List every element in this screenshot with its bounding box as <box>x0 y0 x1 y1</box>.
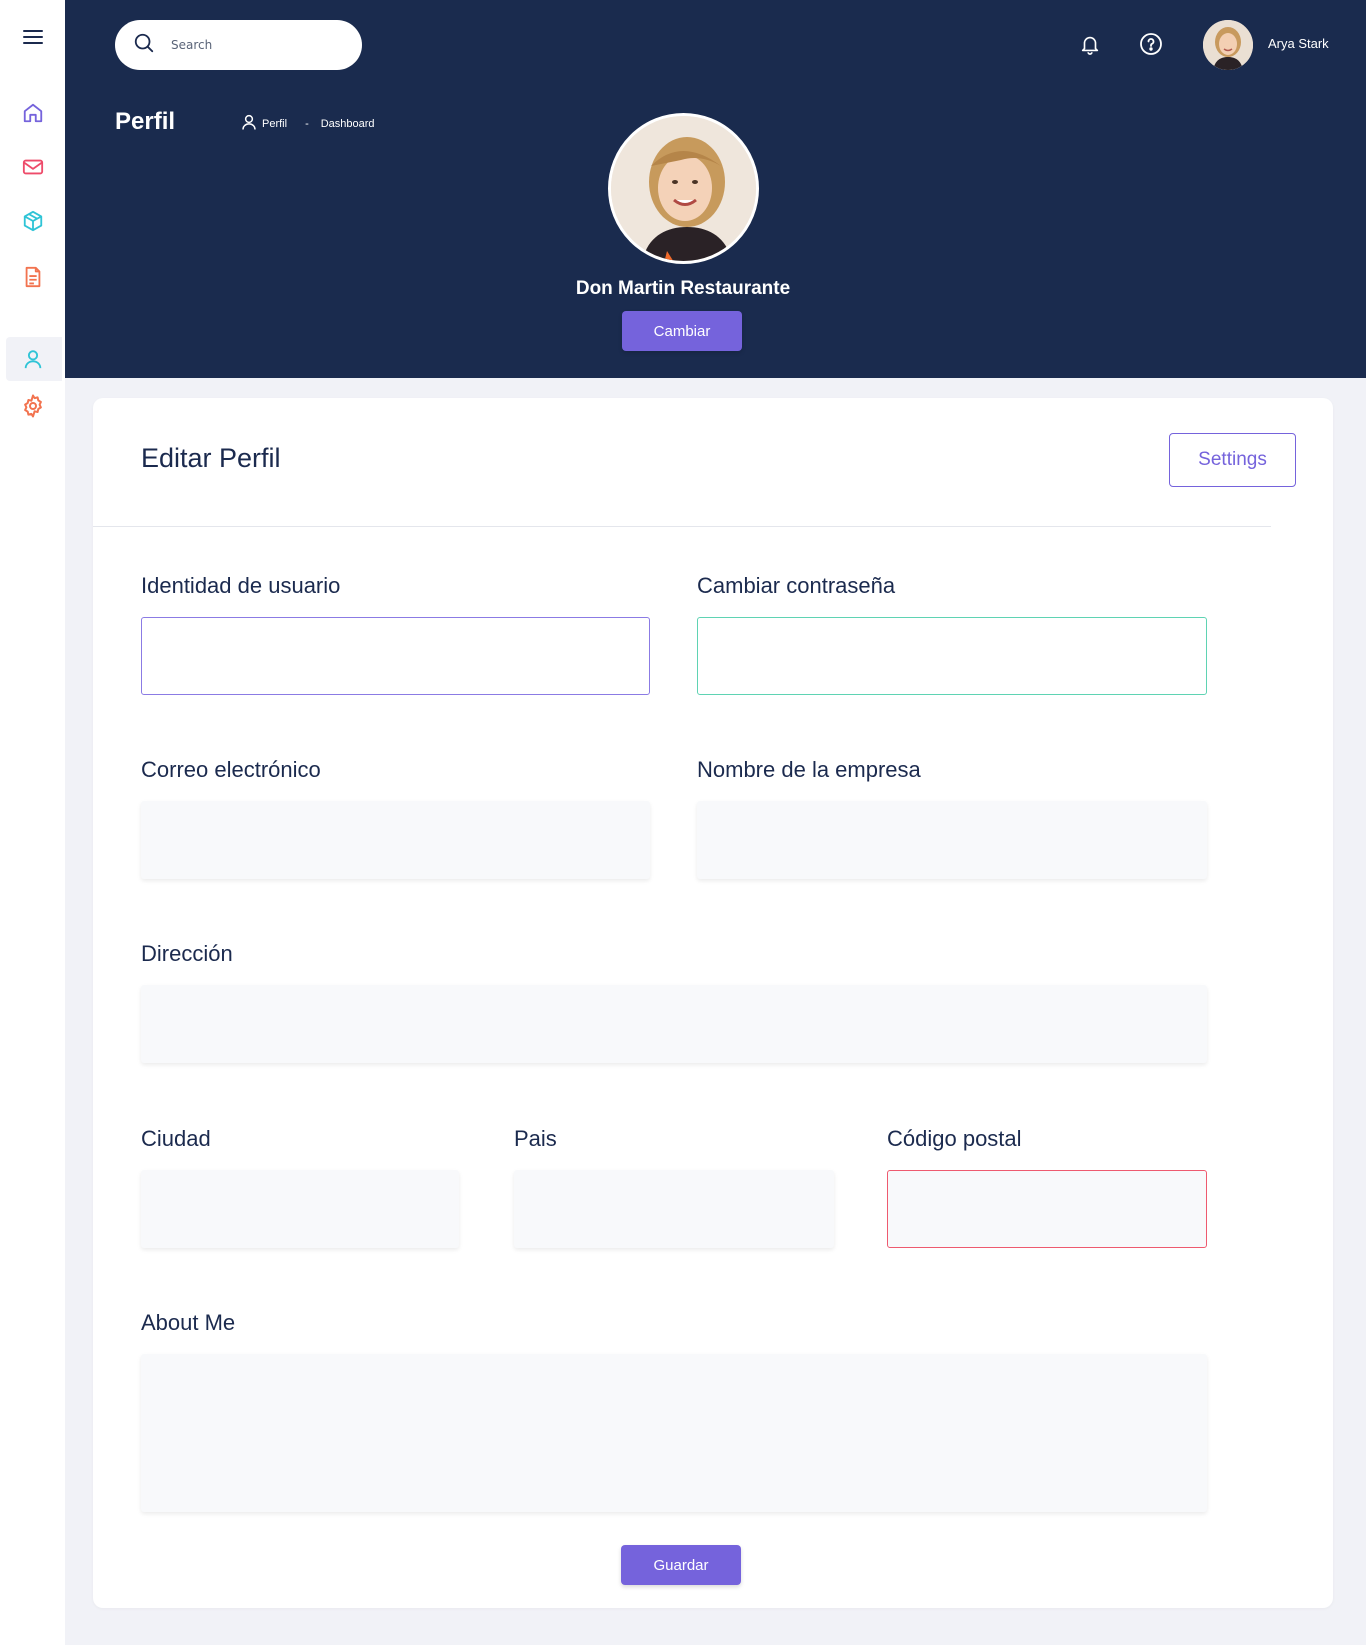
user-avatar[interactable] <box>1203 20 1253 70</box>
address-input[interactable] <box>141 985 1207 1063</box>
help-icon[interactable] <box>1133 26 1169 62</box>
search-icon <box>133 32 155 58</box>
postal-code-input[interactable] <box>887 1170 1207 1248</box>
breadcrumb-dashboard-link[interactable]: Dashboard <box>321 118 375 130</box>
country-input[interactable] <box>514 1170 834 1248</box>
settings-button[interactable]: Settings <box>1169 433 1296 487</box>
email-label: Correo electrónico <box>141 757 321 782</box>
profile-name: Don Martin Restaurante <box>575 278 791 299</box>
company-label: Nombre de la empresa <box>697 757 921 782</box>
divider <box>93 526 1271 527</box>
postal-code-label: Código postal <box>887 1126 1022 1151</box>
gear-icon[interactable] <box>16 389 50 423</box>
about-me-textarea[interactable] <box>141 1354 1207 1512</box>
username-label: Identidad de usuario <box>141 573 341 598</box>
user-icon[interactable] <box>16 342 50 376</box>
username-input[interactable] <box>141 617 650 695</box>
password-input[interactable] <box>697 617 1207 695</box>
change-photo-button[interactable]: Cambiar <box>622 311 742 351</box>
person-icon <box>240 112 258 135</box>
mail-icon[interactable] <box>16 150 50 184</box>
email-input[interactable] <box>141 801 650 879</box>
page-title: Perfil <box>115 108 176 135</box>
search-input[interactable] <box>171 38 341 52</box>
city-input[interactable] <box>141 1170 459 1248</box>
menu-icon[interactable] <box>16 20 50 54</box>
sidebar <box>0 0 65 1645</box>
card-title: Editar Perfil <box>141 443 281 473</box>
save-button[interactable]: Guardar <box>621 1545 741 1585</box>
country-label: Pais <box>514 1126 557 1151</box>
city-label: Ciudad <box>141 1126 211 1151</box>
edit-profile-card: Editar Perfil Settings Identidad de usua… <box>93 398 1333 1608</box>
password-label: Cambiar contraseña <box>697 573 896 598</box>
box-icon[interactable] <box>16 204 50 238</box>
breadcrumb-current[interactable]: Perfil <box>262 118 287 130</box>
company-input[interactable] <box>697 801 1207 879</box>
notification-bell-icon[interactable] <box>1072 26 1108 62</box>
search-box[interactable] <box>115 20 362 70</box>
username-label[interactable]: Arya Stark <box>1268 36 1329 51</box>
address-label: Dirección <box>141 941 233 966</box>
document-icon[interactable] <box>16 260 50 294</box>
home-icon[interactable] <box>16 96 50 130</box>
header: Arya Stark Perfil Perfil - Dashboard Don… <box>65 0 1366 378</box>
breadcrumb: Perfil - Dashboard <box>240 112 375 135</box>
profile-picture <box>608 113 759 264</box>
about-me-label: About Me <box>141 1310 236 1335</box>
breadcrumb-separator: - <box>305 117 309 130</box>
